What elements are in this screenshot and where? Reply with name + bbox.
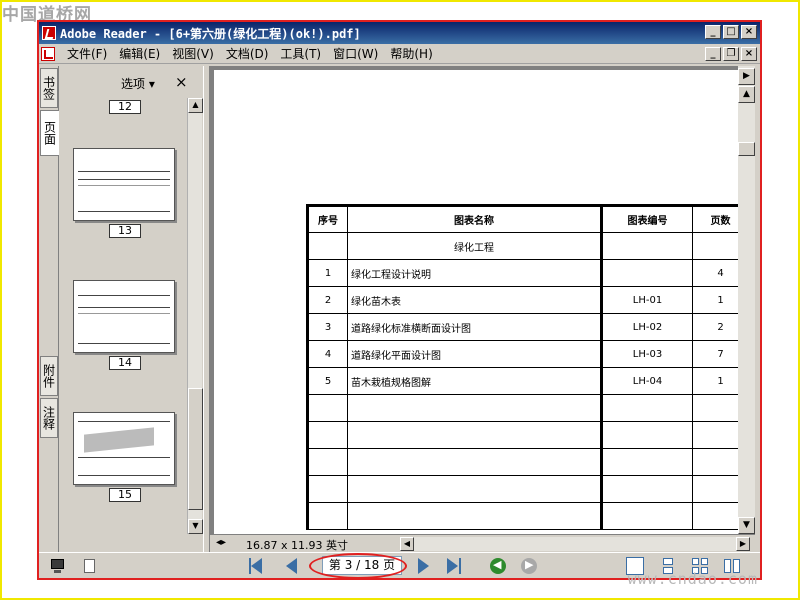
watermark-bottom-right: www.cndao.com — [627, 570, 758, 588]
table-row-empty — [306, 475, 738, 503]
options-dropdown[interactable]: 选项 ▾ — [121, 75, 155, 92]
menu-document[interactable]: 文档(D) — [220, 45, 275, 62]
header-name: 图表名称 — [347, 204, 602, 233]
split-arrow-icon[interactable]: ▶ — [738, 68, 755, 85]
monitor-icon[interactable] — [49, 557, 67, 575]
first-page-icon[interactable] — [251, 558, 262, 574]
table-row: 3 道路绿化标准横断面设计图 LH-02 2 — [306, 313, 738, 341]
scrollbar-thumb[interactable] — [188, 388, 203, 510]
drawing-index-table: 序号 图表名称 图表编号 页数 绿化工程 1 绿化工程设计说明 4 2 绿化苗木… — [306, 204, 738, 530]
page-layout-icon[interactable] — [81, 557, 99, 575]
scroll-down-icon[interactable]: ▼ — [188, 519, 203, 534]
pdf-page: 序号 图表名称 图表编号 页数 绿化工程 1 绿化工程设计说明 4 2 绿化苗木… — [214, 70, 738, 534]
maximize-button[interactable]: □ — [723, 25, 739, 39]
annotation-ellipse — [309, 553, 407, 578]
header-no: 序号 — [306, 204, 348, 233]
adobe-reader-icon — [42, 26, 56, 40]
panel-splitter[interactable] — [203, 66, 210, 552]
close-button[interactable]: × — [741, 25, 757, 39]
table-row: 4 道路绿化平面设计图 LH-03 7 — [306, 340, 738, 368]
pages-panel: 选项 ▾ × 12 13 14 15 ▲ ▼ — [59, 66, 203, 552]
table-row-empty — [306, 502, 738, 530]
table-row: 5 苗木栽植规格图解 LH-04 1 — [306, 367, 738, 395]
menu-window[interactable]: 窗口(W) — [327, 45, 384, 62]
table-row-empty — [306, 394, 738, 422]
hand-scroll-icon[interactable]: ◂▸ — [216, 537, 226, 548]
page-thumb-label-14[interactable]: 14 — [109, 356, 141, 370]
scroll-up-icon[interactable]: ▲ — [738, 86, 755, 103]
page-thumbnail-13[interactable] — [73, 148, 175, 221]
thumbnail-list: 12 13 14 15 — [59, 98, 187, 534]
table-row-empty — [306, 421, 738, 449]
document-window-controls: _ ❐ × — [705, 47, 757, 61]
go-forward-icon[interactable]: ▶ — [521, 558, 537, 574]
table-row: 1 绿化工程设计说明 4 — [306, 259, 738, 287]
document-status-bar: ◂▸ 16.87 x 11.93 英寸 ◀ ▶ — [210, 534, 755, 552]
menu-edit[interactable]: 编辑(E) — [113, 45, 166, 62]
doc-restore-button[interactable]: ❐ — [723, 47, 739, 61]
tab-comments[interactable]: 注释 — [40, 398, 58, 438]
last-page-icon[interactable] — [447, 558, 458, 574]
table-row: 绿化工程 — [306, 232, 738, 260]
menu-help[interactable]: 帮助(H) — [384, 45, 438, 62]
scroll-down-icon[interactable]: ▼ — [738, 517, 755, 534]
tab-bookmarks[interactable]: 书签 — [40, 68, 58, 108]
next-page-icon[interactable] — [418, 558, 429, 574]
scroll-up-icon[interactable]: ▲ — [188, 98, 203, 113]
pages-panel-header: 选项 ▾ × — [59, 66, 203, 98]
document-view: 序号 图表名称 图表编号 页数 绿化工程 1 绿化工程设计说明 4 2 绿化苗木… — [210, 66, 738, 534]
adobe-reader-window: Adobe Reader - [6+第六册(绿化工程)(ok!).pdf] _ … — [37, 20, 762, 580]
page-thumb-label-12[interactable]: 12 — [109, 100, 141, 114]
tab-attachments[interactable]: 附件 — [40, 356, 58, 396]
go-back-icon[interactable]: ◀ — [490, 558, 506, 574]
header-pages: 页数 — [692, 204, 738, 233]
title-bar: Adobe Reader - [6+第六册(绿化工程)(ok!).pdf] _ … — [39, 22, 760, 44]
doc-minimize-button[interactable]: _ — [705, 47, 721, 61]
menu-tools[interactable]: 工具(T) — [274, 45, 327, 62]
previous-page-icon[interactable] — [286, 558, 297, 574]
page-size-readout: 16.87 x 11.93 英寸 — [246, 539, 348, 552]
header-code: 图表编号 — [600, 204, 693, 233]
table-row: 2 绿化苗木表 LH-01 1 — [306, 286, 738, 314]
scroll-right-icon[interactable]: ▶ — [736, 537, 750, 551]
minimize-button[interactable]: _ — [705, 25, 721, 39]
table-row-empty — [306, 448, 738, 476]
navigation-tabs: 书签 页面 附件 注释 — [39, 66, 59, 552]
table-header-row: 序号 图表名称 图表编号 页数 — [306, 204, 738, 233]
menu-view[interactable]: 视图(V) — [166, 45, 220, 62]
close-icon[interactable]: × — [175, 73, 188, 91]
document-scrollbar[interactable]: ▶ ▲ ▼ — [738, 66, 755, 534]
page-thumbnail-14[interactable] — [73, 280, 175, 353]
page-thumbnail-15[interactable] — [73, 412, 175, 485]
scroll-left-icon[interactable]: ◀ — [400, 537, 414, 551]
horizontal-scrollbar[interactable]: ◀ ▶ — [400, 537, 750, 551]
window-title: Adobe Reader - [6+第六册(绿化工程)(ok!).pdf] — [60, 26, 361, 41]
doc-close-button[interactable]: × — [741, 47, 757, 61]
thumbnail-scrollbar[interactable]: ▲ ▼ — [187, 98, 203, 534]
page-thumb-label-13[interactable]: 13 — [109, 224, 141, 238]
tab-pages[interactable]: 页面 — [40, 110, 59, 156]
page-thumb-label-15[interactable]: 15 — [109, 488, 141, 502]
menu-file[interactable]: 文件(F) — [61, 45, 113, 62]
pdf-document-icon[interactable] — [41, 46, 55, 61]
menu-bar: 文件(F) 编辑(E) 视图(V) 文档(D) 工具(T) 窗口(W) 帮助(H… — [39, 44, 760, 64]
window-controls: _ □ × — [705, 25, 757, 39]
scrollbar-thumb[interactable] — [738, 142, 755, 156]
section-title: 绿化工程 — [347, 232, 602, 260]
